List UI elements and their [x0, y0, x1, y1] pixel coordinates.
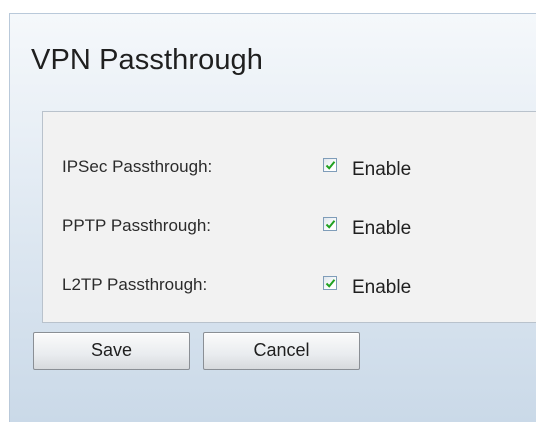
save-button[interactable]: Save	[33, 332, 190, 370]
l2tp-passthrough-label: L2TP Passthrough:	[62, 275, 208, 294]
ipsec-passthrough-label: IPSec Passthrough:	[62, 157, 213, 176]
ipsec-passthrough-row: IPSec Passthrough: Enable	[43, 151, 536, 181]
checkmark-icon	[325, 161, 336, 170]
pptp-enable-label[interactable]: Enable	[352, 218, 411, 240]
pptp-passthrough-label: PPTP Passthrough:	[62, 216, 211, 235]
pptp-passthrough-row: PPTP Passthrough: Enable	[43, 210, 536, 240]
l2tp-enable-label[interactable]: Enable	[352, 277, 411, 299]
pptp-passthrough-checkbox[interactable]	[323, 217, 337, 231]
passthrough-options-group: IPSec Passthrough: Enable PPTP Passthrou…	[42, 111, 536, 323]
cancel-button[interactable]: Cancel	[203, 332, 360, 370]
l2tp-passthrough-row: L2TP Passthrough: Enable	[43, 269, 536, 299]
checkmark-icon	[325, 220, 336, 229]
page-title: VPN Passthrough	[31, 44, 264, 76]
l2tp-passthrough-checkbox[interactable]	[323, 276, 337, 290]
checkmark-icon	[325, 279, 336, 288]
ipsec-enable-label[interactable]: Enable	[352, 159, 411, 181]
ipsec-passthrough-checkbox[interactable]	[323, 158, 337, 172]
